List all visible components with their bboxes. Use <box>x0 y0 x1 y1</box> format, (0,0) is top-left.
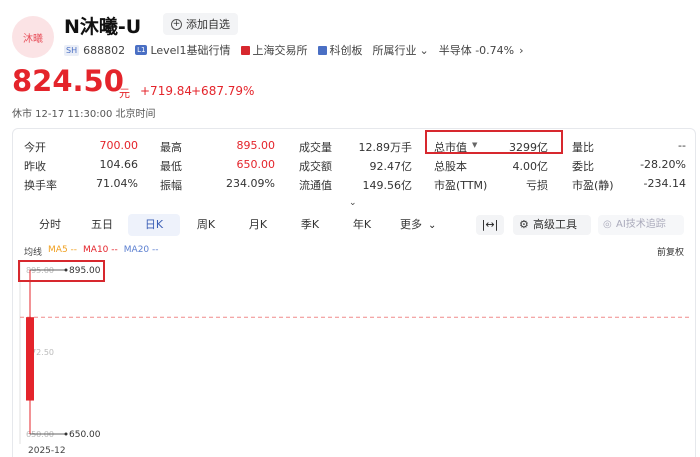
board-icon <box>317 45 327 55</box>
stat-value: 12.89万手 <box>358 141 413 154</box>
kline-chart[interactable]: 895.00772.50650.00895.00650.00 <box>0 258 700 448</box>
board-name: 科创板 <box>329 44 363 57</box>
chevron-down-icon[interactable]: ⌄ <box>420 44 429 57</box>
more-chevron-icon[interactable]: ⌄ <box>428 220 436 231</box>
x-axis-label: 2025-12 <box>28 446 66 456</box>
advanced-tools-button[interactable]: ⚙ 高级工具 <box>513 215 591 235</box>
ma-label[interactable]: 均线 <box>24 245 42 258</box>
chart-tabs: 分时 五日 日K 周K 月K 季K 年K 更多 ⌄ <box>24 213 436 237</box>
stat-value: -28.20% <box>640 158 686 171</box>
stock-code: 688802 <box>83 43 126 57</box>
stat-label: 成交量 <box>299 141 332 154</box>
stock-name: N沐曦-U <box>64 16 142 38</box>
tab-3[interactable]: 周K <box>180 214 232 236</box>
stat-label: 量比 <box>572 141 594 154</box>
stat-value: 895.00 <box>236 139 276 152</box>
stat-value: 亏损 <box>526 179 548 192</box>
stat-value: 650.00 <box>236 158 276 171</box>
ai-tracking-button[interactable]: ◎ AI技术追踪 <box>598 215 684 235</box>
expand-chevron-icon[interactable]: ⌄ <box>349 198 357 208</box>
ma-legend: 均线 MA5 -- MA10 -- MA20 -- <box>24 245 159 258</box>
tab-2[interactable]: 日K <box>128 214 180 236</box>
stat-label: 今开 <box>24 141 46 154</box>
chevron-right-icon[interactable]: › <box>519 44 523 57</box>
stat-label: 最高 <box>160 141 182 154</box>
high-label-highlight <box>18 260 105 282</box>
stat-label: 委比 <box>572 160 594 173</box>
stock-info-row: SH 688802 L1 Level1基础行情 上海交易所 科创板 所属行业 ⌄… <box>64 42 524 58</box>
tab-4[interactable]: 月K <box>232 214 284 236</box>
tools-icon: ⚙ <box>519 218 529 231</box>
stock-logo: 沐曦 <box>12 16 54 58</box>
low-callout-dot <box>64 432 68 436</box>
stat-label: 最低 <box>160 160 182 173</box>
advanced-tools-label: 高级工具 <box>533 218 577 231</box>
stat-label: 市盈(TTM) <box>434 179 488 192</box>
fit-width-icon[interactable]: |↔| <box>476 215 504 235</box>
stat-label: 成交额 <box>299 160 332 173</box>
stat-value: -- <box>678 139 686 152</box>
china-flag-icon <box>240 45 250 55</box>
stat-value: 4.00亿 <box>512 160 549 173</box>
plus-icon: + <box>171 18 182 30</box>
stat-value: 104.66 <box>99 158 139 171</box>
stat-value: 234.09% <box>226 177 275 190</box>
stat-value: 700.00 <box>99 139 139 152</box>
ai-icon: ◎ <box>603 219 612 230</box>
stat-value: 71.04% <box>96 177 138 190</box>
ma20-legend: MA20 -- <box>123 245 159 255</box>
price-change-percent: +687.79% <box>191 84 255 98</box>
price-unit: 元 <box>119 87 130 100</box>
industry-label[interactable]: 所属行业 <box>373 42 417 58</box>
stat-label: 换手率 <box>24 179 57 192</box>
stat-value: -234.14 <box>643 177 686 190</box>
candle-body <box>26 317 34 401</box>
tab-1[interactable]: 五日 <box>76 214 128 236</box>
exchange-tag: SH <box>64 44 80 56</box>
stat-value: 149.56亿 <box>362 179 413 192</box>
industry-value[interactable]: 半导体 -0.74% <box>439 42 514 58</box>
adjust-mode[interactable]: 前复权 <box>657 245 684 258</box>
price-change: +719.84 <box>140 84 193 98</box>
stat-label: 总股本 <box>434 160 467 173</box>
stat-label: 昨收 <box>24 160 46 173</box>
market-cap-highlight <box>425 130 563 154</box>
exchange-name: 上海交易所 <box>252 44 308 57</box>
level1-icon: L1 <box>135 45 148 55</box>
stat-label: 市盈(静) <box>572 179 614 192</box>
stat-label: 振幅 <box>160 179 182 192</box>
level1-label[interactable]: Level1基础行情 <box>150 42 230 58</box>
tab-5[interactable]: 季K <box>284 214 336 236</box>
tab-6[interactable]: 年K <box>336 214 388 236</box>
tab-0[interactable]: 分时 <box>24 214 76 236</box>
stat-label: 流通值 <box>299 179 332 192</box>
ma5-legend: MA5 -- <box>48 245 78 255</box>
add-watchlist-button[interactable]: + 添加自选 <box>163 13 238 35</box>
stat-value: 92.47亿 <box>369 160 413 173</box>
current-price: 824.50 <box>12 64 124 98</box>
ma10-legend: MA10 -- <box>83 245 118 255</box>
add-watchlist-label: 添加自选 <box>186 18 230 31</box>
market-status: 休市 12-17 11:30:00 北京时间 <box>12 109 156 120</box>
low-label: 650.00 <box>69 430 101 440</box>
ai-tracking-label: AI技术追踪 <box>616 219 666 230</box>
